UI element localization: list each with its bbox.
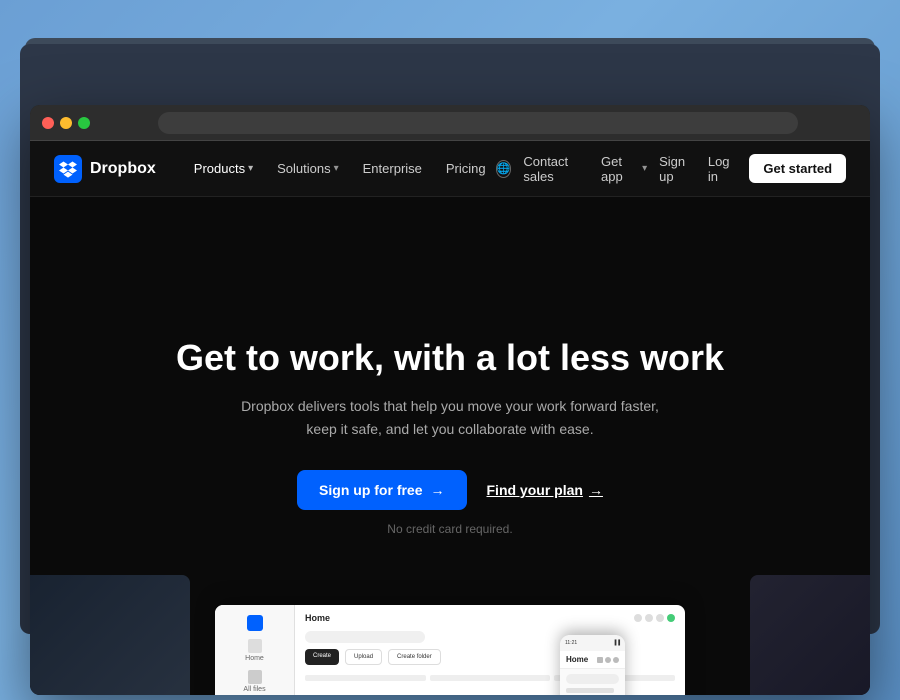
hero-ctas: Sign up for free → Find your plan → [297, 470, 603, 510]
preview-home-item: Home [223, 639, 286, 662]
dropbox-logo-svg [59, 160, 77, 178]
hero-subtitle: Dropbox delivers tools that help you mov… [230, 395, 670, 440]
hero-section: Get to work, with a lot less work Dropbo… [30, 197, 870, 695]
contact-sales-link[interactable]: Contact sales [523, 154, 589, 184]
product-preview: Home All files Signatures Send and track [215, 605, 685, 695]
preview-toolbar-icons [634, 614, 675, 622]
nav-logo[interactable]: Dropbox [54, 155, 156, 183]
close-button[interactable] [42, 117, 54, 129]
mobile-nav-icon-2 [605, 657, 611, 663]
preview-top-bar: Home [305, 613, 675, 623]
get-app-link[interactable]: Get app ▾ [601, 154, 647, 184]
preview-home-icon [248, 639, 262, 653]
mobile-content [560, 669, 625, 695]
find-plan-button[interactable]: Find your plan → [487, 482, 603, 498]
minimize-button[interactable] [60, 117, 72, 129]
no-credit-card-text: No credit card required. [387, 522, 512, 536]
preview-file-row-1 [305, 675, 426, 681]
preview-search-bar [305, 631, 425, 643]
sign-up-link[interactable]: Sign up [659, 154, 696, 184]
nav-item-pricing[interactable]: Pricing [436, 155, 496, 182]
navbar: Dropbox Products ▾ Solutions ▾ Enterpris… [30, 141, 870, 197]
nav-item-products[interactable]: Products ▾ [184, 155, 263, 182]
mobile-file-1 [566, 688, 614, 693]
find-plan-arrow-icon: → [589, 482, 603, 498]
nav-item-enterprise[interactable]: Enterprise [353, 155, 432, 182]
mobile-home-title: Home [566, 655, 588, 664]
get-started-button[interactable]: Get started [749, 154, 846, 183]
preview-icon-3 [656, 614, 664, 622]
preview-files-item: All files [223, 670, 286, 693]
preview-files-icon [248, 670, 262, 684]
mobile-nav-icon-1 [597, 657, 603, 663]
mobile-nav-icons [597, 657, 619, 663]
website-content: Dropbox Products ▾ Solutions ▾ Enterpris… [30, 141, 870, 695]
mobile-preview: 11:21 ▐▐ Home [560, 635, 625, 695]
preview-logo-icon [247, 615, 263, 631]
mobile-search-bar [566, 674, 619, 684]
logo-text: Dropbox [90, 160, 156, 178]
preview-icon-1 [634, 614, 642, 622]
mobile-signal-icon: ▐▐ [613, 640, 620, 646]
solutions-chevron-icon: ▾ [334, 163, 339, 174]
browser-frame: Dropbox Products ▾ Solutions ▾ Enterpris… [30, 105, 870, 695]
log-in-link[interactable]: Log in [708, 154, 738, 184]
preview-main: Home Create Upload Create folder [295, 605, 685, 695]
preview-icon-2 [645, 614, 653, 622]
preview-sidebar: Home All files Signatures Send and track [215, 605, 295, 695]
window-controls [42, 117, 90, 129]
preview-upload-button: Upload [345, 649, 382, 665]
hero-title: Get to work, with a lot less work [176, 336, 724, 379]
signup-button[interactable]: Sign up for free → [297, 470, 466, 510]
maximize-button[interactable] [78, 117, 90, 129]
mobile-nav-bar: Home [560, 651, 625, 669]
mobile-status-bar: 11:21 ▐▐ [560, 635, 625, 651]
preview-home-title: Home [305, 613, 330, 623]
language-globe-icon[interactable]: 🌐 [496, 160, 512, 178]
bg-image-left [30, 575, 190, 695]
nav-right: 🌐 Contact sales Get app ▾ Sign up Log in… [496, 154, 846, 184]
get-app-chevron-icon: ▾ [642, 163, 647, 174]
address-bar[interactable] [158, 112, 798, 134]
browser-chrome [30, 105, 870, 141]
preview-file-row-2 [430, 675, 551, 681]
nav-item-solutions[interactable]: Solutions ▾ [267, 155, 349, 182]
nav-links: Products ▾ Solutions ▾ Enterprise Pricin… [184, 155, 496, 182]
dropbox-icon [54, 155, 82, 183]
mobile-nav-icon-3 [613, 657, 619, 663]
mobile-time: 11:21 [565, 640, 577, 646]
mobile-file-list [566, 688, 619, 695]
products-chevron-icon: ▾ [248, 163, 253, 174]
preview-create-folder-button: Create folder [388, 649, 441, 665]
preview-avatar-icon [667, 614, 675, 622]
bg-image-right [750, 575, 870, 695]
preview-dropbox-logo [223, 615, 286, 631]
arrow-right-icon: → [431, 482, 445, 498]
preview-create-button: Create [305, 649, 339, 665]
mobile-nav-inner: Home [566, 655, 619, 664]
